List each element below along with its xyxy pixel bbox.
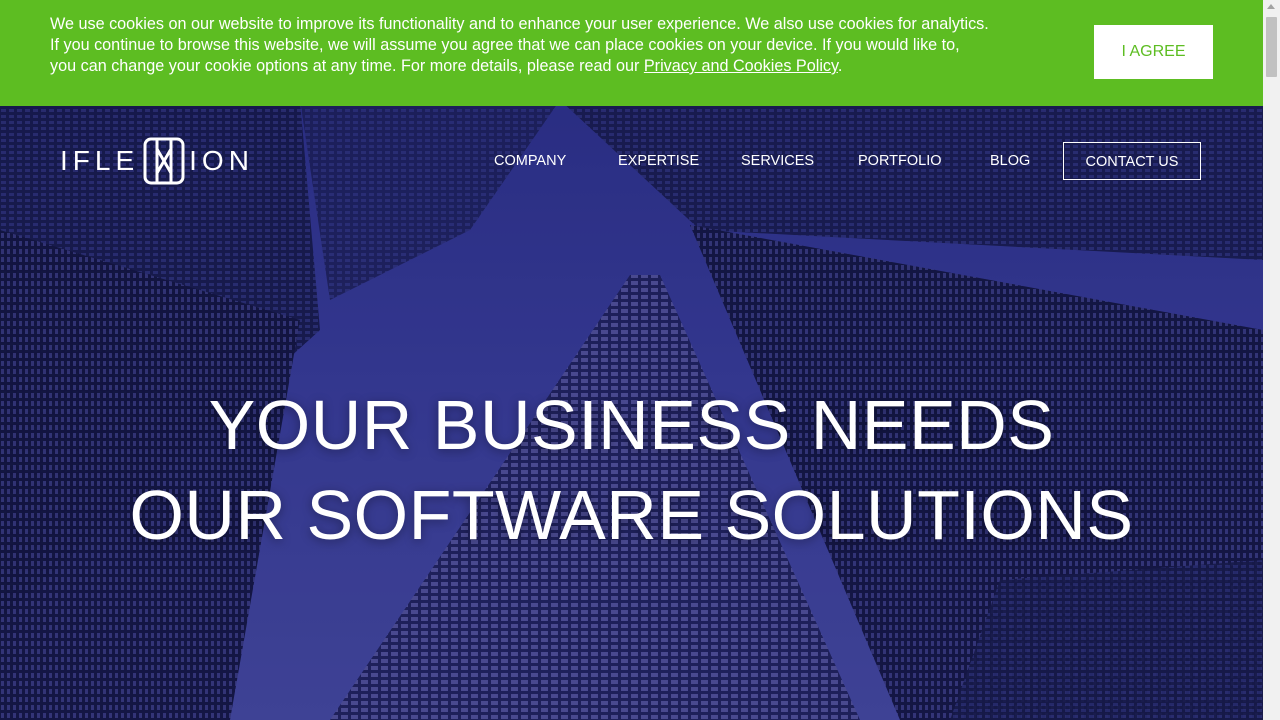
agree-button[interactable]: I AGREE: [1094, 25, 1213, 79]
page-scrollbar[interactable]: [1263, 0, 1280, 720]
nav-services[interactable]: SERVICES: [741, 142, 814, 180]
hero-headline-line1: YOUR BUSINESS NEEDS: [208, 386, 1055, 464]
cookie-banner: We use cookies on our website to improve…: [0, 0, 1263, 106]
logo-x-icon: [143, 137, 185, 185]
hero-headline: YOUR BUSINESS NEEDS OUR SOFTWARE SOLUTIO…: [0, 380, 1263, 560]
nav-company[interactable]: COMPANY: [494, 142, 566, 180]
nav-portfolio[interactable]: PORTFOLIO: [858, 142, 942, 180]
contact-us-button[interactable]: CONTACT US: [1063, 142, 1201, 180]
cookie-message-text: We use cookies on our website to improve…: [50, 15, 989, 75]
nav-expertise[interactable]: EXPERTISE: [618, 142, 699, 180]
hero-headline-line2: OUR SOFTWARE SOLUTIONS: [129, 476, 1134, 554]
cookie-message-end: .: [837, 57, 843, 75]
nav-blog[interactable]: BLOG: [990, 142, 1030, 180]
logo-text-right: ION: [189, 145, 254, 176]
page-viewport: We use cookies on our website to improve…: [0, 0, 1263, 720]
hero-background-image: [0, 0, 1263, 720]
privacy-policy-link[interactable]: Privacy and Cookies Policy: [644, 57, 838, 75]
skyscrapers-illustration: [0, 0, 1263, 720]
scroll-up-arrow-icon[interactable]: [1267, 4, 1275, 9]
logo-text-left: IFLE: [60, 145, 140, 176]
cookie-message: We use cookies on our website to improve…: [50, 14, 990, 77]
iflexion-logo[interactable]: IFLE ION: [60, 135, 254, 187]
scrollbar-thumb[interactable]: [1266, 17, 1277, 77]
